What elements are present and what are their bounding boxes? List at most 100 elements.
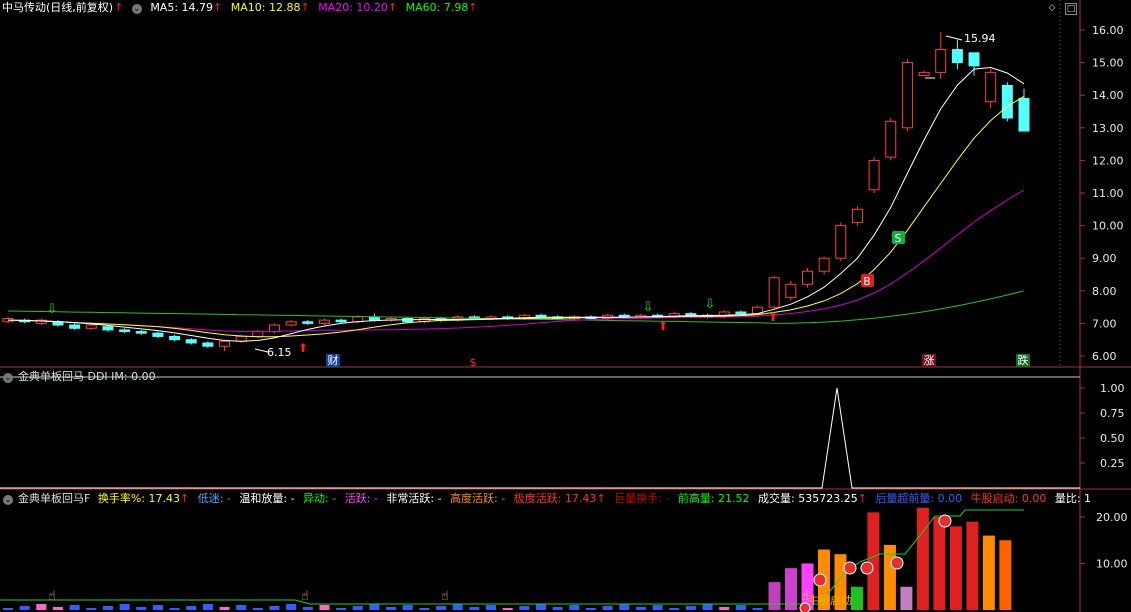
settings-circle-icon[interactable]: ⌄: [3, 495, 13, 505]
field-extreme: 极度活跃: 17.43: [513, 492, 597, 505]
zhang-marker-label: 涨: [924, 354, 935, 367]
volume-bar: [202, 604, 213, 610]
field-prev-high: 前高量: 21.52: [677, 492, 750, 505]
dollar-marker: $: [470, 356, 477, 368]
candle-body: [935, 49, 947, 73]
candle-body: [202, 342, 214, 347]
signal-ball-icon: [938, 514, 952, 528]
volume-bar: [966, 521, 979, 610]
volume-bar: [850, 586, 863, 610]
ma20-label: MA20: 10.20: [318, 1, 388, 14]
ma20-line: [7, 189, 1025, 333]
y-tick-label: 0.25: [1100, 457, 1125, 470]
cai-marker-label: 财: [328, 353, 339, 367]
signal-ball-icon: [860, 561, 874, 575]
signal-ball-icon: [890, 556, 904, 570]
volume-bar: [669, 608, 680, 610]
candle-body: [302, 321, 314, 324]
high-label: 15.94: [964, 32, 996, 45]
volume-bar: [867, 512, 880, 610]
y-tick-label: 8.00: [1092, 285, 1117, 298]
y-tick-label: 12.00: [1092, 154, 1124, 167]
volume-bar: [469, 607, 480, 610]
stock-title[interactable]: 中马传动(日线,前复权): [2, 1, 113, 14]
volume-chart[interactable]: 20.0010.00☝ ☝ ☝ ☝ 牛股启动: [0, 490, 1131, 612]
volume-bar: [635, 607, 646, 610]
volume-bar: [219, 607, 230, 610]
down-arrow-icon: ⇩: [643, 300, 654, 315]
y-tick-label: 13.00: [1092, 122, 1124, 135]
volume-bar: [949, 526, 962, 610]
volume-bar: [619, 604, 630, 610]
volume-bar: [519, 606, 530, 610]
volume-bar: [119, 604, 130, 610]
volume-bar: [982, 535, 995, 610]
y-tick-label: 0.75: [1100, 407, 1125, 420]
maximize-icon[interactable]: □: [1065, 3, 1077, 15]
low-label: 6.15: [267, 346, 292, 359]
candle-body: [335, 319, 347, 323]
volume-bar: [735, 605, 746, 610]
field-bull-start: 牛股启动: 0.00: [970, 492, 1047, 505]
ddi-axis: 1.00 0.75 0.50 0.25: [1080, 382, 1125, 470]
price-pane[interactable]: 16.00 15.00 14.00 13.00 12.00 11.00 10.00 9.00 8…: [0, 0, 1131, 368]
ddi-chart[interactable]: 1.00 0.75 0.50 0.25: [0, 368, 1131, 490]
ma-settings-icon[interactable]: ⌄: [131, 4, 142, 14]
volume-bar: [36, 604, 47, 610]
volume-bar: [102, 606, 113, 610]
volume-pane[interactable]: 20.00 10.00 ☝ ☝ ☝ ☝ 牛股启动 ⌄ 金典单板回马F 换手率%: 17.43↑…: [0, 490, 1131, 612]
arrow-up-icon: ↑: [468, 1, 478, 14]
y-tick-label: 9.00: [1092, 252, 1117, 265]
die-marker-label: 跌: [1018, 353, 1029, 367]
volume-bar: [752, 608, 763, 610]
y-tick-label: 14.00: [1092, 89, 1124, 102]
candle-body: [102, 326, 114, 331]
candle-body: [169, 335, 181, 341]
candle-body: [618, 314, 630, 318]
volume-bar: [186, 606, 197, 610]
candle-body: [268, 324, 280, 333]
price-chart[interactable]: 16.00 15.00 14.00 13.00 12.00 11.00 10.00 9.00 8…: [0, 0, 1131, 368]
ma5-label: MA5: 14.79: [150, 1, 214, 14]
candle-body: [901, 62, 913, 129]
field-highly-active: 高度活跃: -: [450, 492, 506, 505]
arrow-up-icon: ↑: [857, 492, 867, 505]
ma60-label: MA60: 7.98: [405, 1, 469, 14]
candle-body: [968, 52, 980, 67]
candle-body: [818, 257, 830, 272]
volume-bar: [302, 607, 313, 610]
field-volume: 成交量: 535723.25: [758, 492, 858, 505]
volume-bar: [933, 517, 946, 610]
volume-bar: [552, 607, 563, 610]
volume-bar: [569, 605, 580, 610]
volume-bar: [486, 605, 497, 610]
candle-body: [535, 314, 547, 318]
candle-body: [835, 225, 847, 259]
volume-bar: [883, 544, 896, 610]
volume-bar: [169, 608, 180, 610]
settings-circle-icon[interactable]: ⌄: [3, 373, 13, 383]
y-tick-label: 11.00: [1092, 187, 1124, 200]
ddi-pane[interactable]: 1.00 0.75 0.50 0.25 ⌄ 金典单板回马 DDI IM: 0.00: [0, 368, 1131, 490]
candle-body: [285, 321, 297, 326]
field-abnormal: 异动: -: [303, 492, 337, 505]
candle-body: [219, 340, 231, 347]
candle-body: [768, 277, 780, 308]
volume-bar: [152, 605, 163, 610]
signal-ball-icon: [843, 561, 857, 575]
field-active: 活跃: -: [344, 492, 378, 505]
candle-body: [185, 339, 197, 344]
candle-body: [152, 332, 164, 337]
candle-body: [69, 324, 81, 329]
volume-bar: [69, 605, 80, 610]
volume-bar: [86, 608, 97, 610]
field-after-over: 后量超前量: 0.00: [875, 492, 963, 505]
volume-bar: [719, 607, 730, 610]
hand-pointer-icon: ☝: [48, 589, 56, 604]
y-tick-label: 20.00: [1096, 511, 1128, 524]
volume-bar: [585, 608, 596, 610]
volume-bar: [352, 606, 363, 610]
candle-body: [135, 331, 147, 334]
ma10-line: [7, 95, 1025, 338]
diamond-icon[interactable]: ◇: [1046, 3, 1058, 15]
